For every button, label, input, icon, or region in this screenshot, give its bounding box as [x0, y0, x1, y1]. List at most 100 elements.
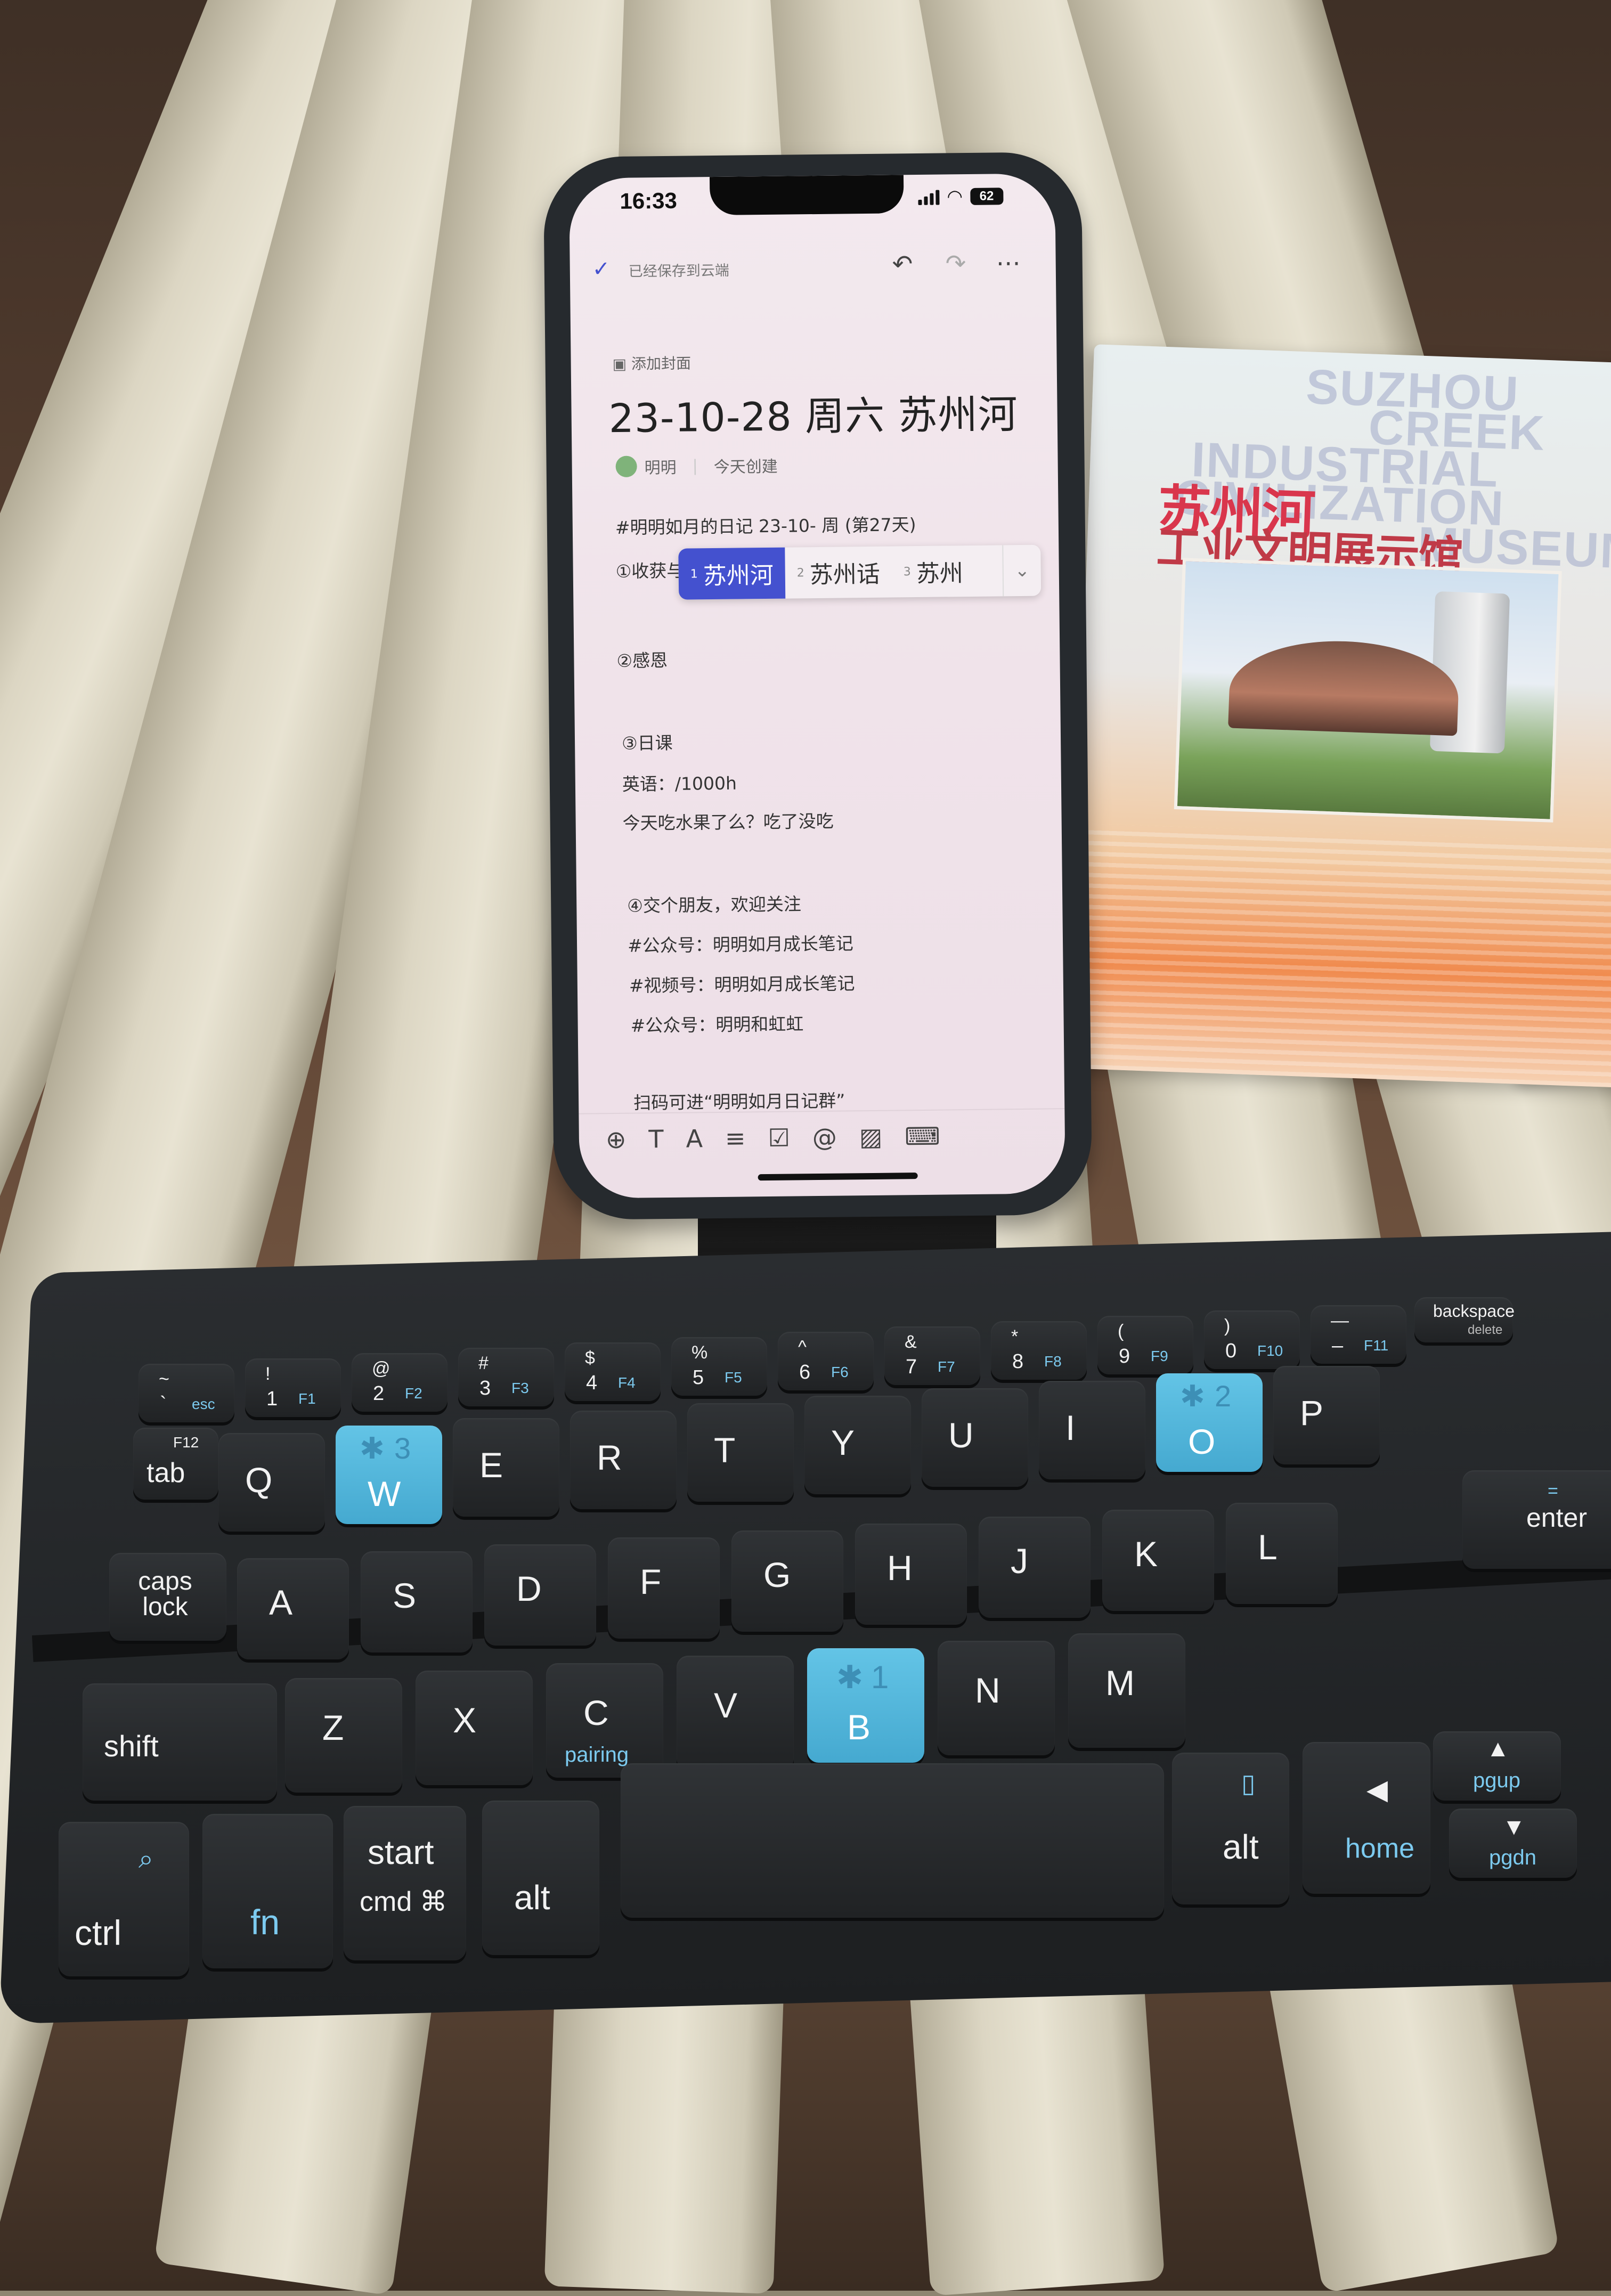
- key-shift-legend: @: [372, 1358, 390, 1379]
- down-arrow-icon: ▼: [1502, 1814, 1526, 1840]
- note-line[interactable]: ④交个朋友，欢迎关注: [627, 890, 801, 917]
- note-line[interactable]: #明明如月的日记 23-10- 周 (第27天): [615, 510, 916, 539]
- alt-key-left[interactable]: alt: [482, 1801, 599, 1955]
- letter-key-n[interactable]: N: [938, 1641, 1055, 1755]
- ime-candidate[interactable]: 1 苏州河: [678, 547, 786, 600]
- key-main-legend: Z: [322, 1708, 344, 1747]
- checkbox-icon[interactable]: ☑: [768, 1123, 790, 1152]
- letter-key-c[interactable]: Cpairing: [546, 1663, 663, 1778]
- number-key[interactable]: — – F11: [1311, 1305, 1406, 1364]
- key-shift-legend: ): [1224, 1316, 1231, 1336]
- key-fn-legend: F9: [1151, 1348, 1168, 1364]
- fn-key[interactable]: fn: [202, 1814, 333, 1968]
- letter-key-u[interactable]: U: [922, 1388, 1028, 1487]
- image-insert-icon[interactable]: ▨: [859, 1122, 883, 1151]
- chevron-down-icon[interactable]: ⌄: [1002, 544, 1042, 597]
- letter-key-y[interactable]: Y: [804, 1396, 911, 1494]
- key-fn-legend: F11: [1364, 1337, 1389, 1354]
- letter-key-a[interactable]: A: [237, 1558, 349, 1659]
- home-key[interactable]: ◀ home: [1303, 1742, 1430, 1894]
- key-main-legend: N: [975, 1671, 1000, 1710]
- caps-lock-key[interactable]: caps lock: [109, 1553, 226, 1641]
- key-shift-legend: $: [585, 1348, 595, 1368]
- redo-icon[interactable]: ↷: [945, 249, 966, 278]
- key-fn-legend: F4: [618, 1374, 636, 1391]
- note-line[interactable]: #公众号：明明和虹虹: [630, 1009, 803, 1037]
- note-line[interactable]: #视频号：明明如月成长笔记: [629, 969, 855, 997]
- letter-key-h[interactable]: H: [855, 1524, 967, 1625]
- mention-icon[interactable]: @: [812, 1122, 837, 1151]
- letter-key-e[interactable]: E: [453, 1418, 559, 1517]
- letter-key-p[interactable]: P: [1273, 1366, 1380, 1464]
- letter-key-g[interactable]: G: [731, 1530, 843, 1632]
- shift-key[interactable]: shift: [83, 1683, 277, 1801]
- saved-status: 已经保存到云端: [628, 262, 729, 280]
- note-line[interactable]: ②感恩: [616, 646, 668, 672]
- note-meta: 明明 | 今天创建: [615, 453, 778, 478]
- letter-key-i[interactable]: I: [1039, 1381, 1145, 1479]
- number-key[interactable]: ! 1 F1: [245, 1358, 341, 1417]
- add-cover-button[interactable]: ▣ 添加封面: [612, 352, 691, 374]
- letter-key-t[interactable]: T: [687, 1403, 794, 1502]
- note-line[interactable]: #公众号：明明如月成长笔记: [628, 929, 853, 957]
- key-shift-legend: %: [691, 1342, 708, 1363]
- number-key[interactable]: ^ 6 F6: [778, 1332, 874, 1390]
- key-main-legend: E: [479, 1445, 503, 1485]
- add-icon[interactable]: ⊕: [606, 1125, 626, 1153]
- letter-key-f[interactable]: F: [608, 1537, 720, 1639]
- letter-key-s[interactable]: S: [361, 1551, 473, 1652]
- ime-candidate[interactable]: 2 苏州话: [785, 547, 892, 599]
- pgup-key[interactable]: ▲ pgup: [1433, 1731, 1561, 1801]
- align-icon[interactable]: ≡: [725, 1123, 746, 1152]
- letter-key-l[interactable]: L: [1226, 1503, 1338, 1604]
- letter-key-j[interactable]: J: [979, 1517, 1091, 1618]
- number-key[interactable]: #3 F3: [458, 1348, 554, 1406]
- number-key[interactable]: ~ ` esc: [139, 1364, 234, 1422]
- number-key[interactable]: % 5 F5: [671, 1337, 767, 1396]
- note-line[interactable]: 扫码可进“明明如月日记群”: [633, 1087, 845, 1114]
- letter-key-x[interactable]: X: [416, 1671, 533, 1785]
- number-key[interactable]: (9 F9: [1097, 1316, 1193, 1374]
- status-time: 16:33: [620, 188, 678, 214]
- ctrl-key[interactable]: ⌕ ctrl: [59, 1822, 189, 1976]
- letter-key-k[interactable]: K: [1102, 1510, 1214, 1611]
- note-line[interactable]: 英语：/1000h: [622, 769, 737, 796]
- font-icon[interactable]: A: [686, 1124, 703, 1153]
- alt-key-right[interactable]: ▯ alt: [1172, 1753, 1289, 1904]
- letter-key-r[interactable]: R: [570, 1411, 677, 1509]
- number-key[interactable]: @2 F2: [352, 1353, 448, 1412]
- enter-key[interactable]: = enter: [1462, 1470, 1611, 1569]
- text-style-icon[interactable]: T: [648, 1125, 664, 1153]
- bluetooth-channel: 3: [394, 1431, 411, 1465]
- number-key[interactable]: ) 0 F10: [1204, 1310, 1300, 1369]
- notch: [709, 175, 904, 216]
- number-key[interactable]: $4 F4: [565, 1342, 661, 1401]
- letter-key-m[interactable]: M: [1068, 1633, 1185, 1748]
- backspace-key[interactable]: backspace delete: [1414, 1297, 1515, 1342]
- keyboard-icon[interactable]: ⌨: [905, 1121, 940, 1151]
- note-title[interactable]: 23-10-28 周六 苏州河: [608, 382, 1018, 444]
- tab-key[interactable]: F12 tab: [133, 1428, 218, 1500]
- key-main-legend: 4: [586, 1372, 598, 1394]
- undo-icon[interactable]: ↶: [892, 249, 913, 278]
- start-cmd-key[interactable]: start cmd ⌘: [344, 1806, 466, 1960]
- ime-candidate[interactable]: 3 苏州: [891, 545, 975, 598]
- letter-key-b[interactable]: ✱ 1 B: [807, 1648, 924, 1763]
- letter-key-d[interactable]: D: [484, 1544, 596, 1646]
- letter-key-z[interactable]: Z: [285, 1678, 402, 1793]
- status-icons: ◠ 62: [918, 185, 1004, 208]
- note-line[interactable]: ③日课: [622, 729, 673, 755]
- number-key[interactable]: & 7 F7: [884, 1326, 980, 1385]
- letter-key-w[interactable]: ✱ 3 W: [336, 1426, 442, 1524]
- letter-key-o[interactable]: ✱ 2 O: [1156, 1373, 1263, 1472]
- key-main-legend: U: [948, 1415, 974, 1455]
- image-icon: ▣: [612, 355, 627, 373]
- key-main-legend: 9: [1119, 1345, 1130, 1367]
- letter-key-q[interactable]: Q: [218, 1433, 325, 1532]
- space-key[interactable]: [621, 1763, 1164, 1918]
- note-line[interactable]: 今天吃水果了么？吃了没吃: [622, 807, 833, 835]
- letter-key-v[interactable]: V: [677, 1656, 794, 1770]
- number-key[interactable]: * 8 F8: [991, 1321, 1087, 1380]
- pgdn-key[interactable]: ▼ pgdn: [1449, 1809, 1577, 1878]
- more-icon[interactable]: ⋯: [996, 248, 1021, 277]
